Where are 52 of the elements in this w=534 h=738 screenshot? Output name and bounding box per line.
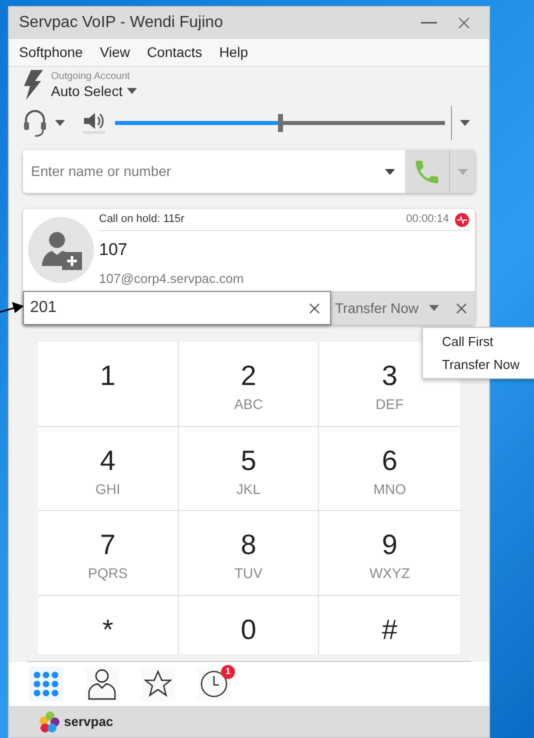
keypad-key[interactable]: 8 TUV (178, 511, 320, 596)
pointer-arrow (0, 300, 24, 316)
volume-slider[interactable] (115, 114, 445, 132)
dropdown-icon (385, 168, 395, 174)
caret-icon (428, 305, 439, 311)
transfer-field[interactable]: 201 (23, 291, 331, 325)
window-title: Servpac VoIP - Wendi Fujino (19, 13, 224, 33)
clear-icon[interactable] (309, 302, 320, 314)
caller-address: 107@corp4.servpac.com (99, 270, 245, 288)
keypad-key[interactable]: 5 JKL (178, 426, 320, 511)
keypad-key[interactable]: # (319, 596, 460, 654)
nav-tab[interactable] (85, 667, 119, 701)
close-icon (458, 17, 470, 29)
keypad-key[interactable]: 4 GHI (38, 426, 179, 511)
keypad-key[interactable]: 7 PQRS (38, 511, 179, 596)
menu-item[interactable]: View (100, 42, 130, 63)
activity-icon (455, 212, 469, 226)
keypad-key[interactable]: 0 (178, 596, 320, 654)
notification-badge: 1 (221, 665, 235, 679)
close-icon (456, 302, 467, 314)
keypad-icon (33, 671, 59, 697)
clock-icon (200, 670, 228, 698)
speaker-icon (83, 112, 105, 130)
keypad-key[interactable]: 2 ABC (178, 342, 320, 426)
transfer-mode-button[interactable]: Transfer Now (331, 291, 439, 325)
slider-thumb[interactable] (278, 114, 283, 132)
call-status: Call on hold: 115r (99, 212, 186, 228)
call-duration: 00:00:14 (406, 212, 449, 228)
keypad-key[interactable]: 9 WXYZ (319, 511, 460, 596)
menu-item[interactable]: Help (219, 42, 248, 63)
star-icon (143, 669, 173, 699)
caller-name: 107 (99, 239, 128, 261)
lightning-icon (23, 70, 43, 100)
nav-tab[interactable] (141, 667, 175, 701)
add-contact-icon (40, 230, 82, 270)
caret-icon (126, 88, 137, 94)
caret-icon (458, 168, 468, 174)
menu-item[interactable]: Softphone (19, 42, 83, 63)
headset-icon (23, 108, 47, 138)
keypad-key[interactable]: * (38, 596, 179, 654)
logo-icon (37, 710, 61, 734)
dial-field[interactable]: Enter name or number (23, 150, 405, 193)
caret-icon (460, 120, 470, 126)
caret-icon (55, 120, 65, 126)
brand-name: servpac (64, 712, 114, 731)
account-selector[interactable]: Auto Select (51, 84, 137, 98)
account-label: Outgoing Account (51, 72, 131, 82)
menu-item[interactable]: Contacts (146, 42, 202, 63)
person-icon (87, 668, 117, 700)
keypad-key[interactable]: 6 MNO (319, 426, 460, 511)
keypad-key[interactable]: 1 (38, 342, 179, 426)
minimize-icon (421, 22, 437, 24)
